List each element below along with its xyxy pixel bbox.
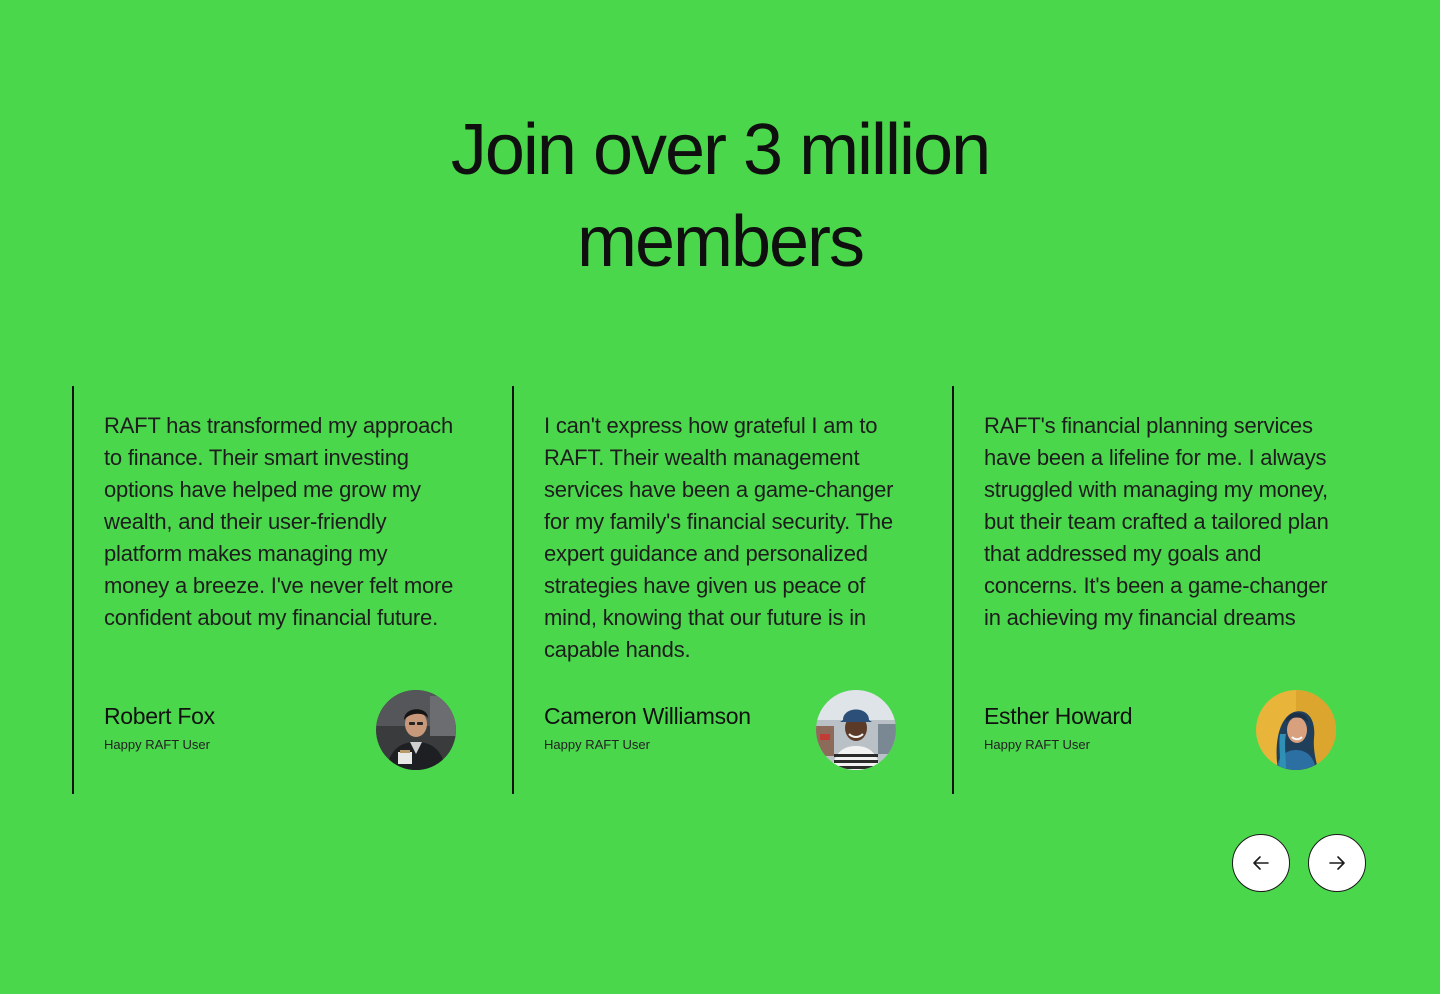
testimonials-page: Join over 3 million members RAFT has tra…	[0, 0, 1440, 994]
testimonial-author-name: Cameron Williamson	[544, 703, 751, 729]
testimonial-quote: RAFT's financial planning services have …	[984, 413, 1329, 630]
testimonial-quote: I can't express how grateful I am to RAF…	[544, 413, 894, 662]
next-button[interactable]	[1308, 834, 1366, 892]
arrow-left-icon	[1253, 856, 1269, 870]
avatar-image	[376, 690, 456, 770]
testimonial-author-role: Happy RAFT User	[544, 737, 650, 752]
avatar-image	[1256, 690, 1336, 770]
avatar	[816, 690, 896, 770]
testimonials-list: RAFT has transformed my approach to fina…	[72, 386, 1392, 794]
testimonial-quote: RAFT has transformed my approach to fina…	[104, 413, 454, 630]
testimonial-author-role: Happy RAFT User	[984, 737, 1090, 752]
testimonial-card: I can't express how grateful I am to RAF…	[512, 386, 952, 794]
previous-button[interactable]	[1232, 834, 1290, 892]
avatar-image	[816, 690, 896, 770]
arrow-right-icon	[1329, 856, 1345, 870]
avatar	[376, 690, 456, 770]
page-title: Join over 3 million members	[450, 110, 991, 282]
testimonial-author-name: Robert Fox	[104, 703, 215, 729]
testimonial-author-role: Happy RAFT User	[104, 737, 210, 752]
testimonial-card: RAFT has transformed my approach to fina…	[72, 386, 512, 794]
avatar	[1256, 690, 1336, 770]
testimonial-card: RAFT's financial planning services have …	[952, 386, 1392, 794]
testimonial-author-name: Esther Howard	[984, 703, 1133, 729]
